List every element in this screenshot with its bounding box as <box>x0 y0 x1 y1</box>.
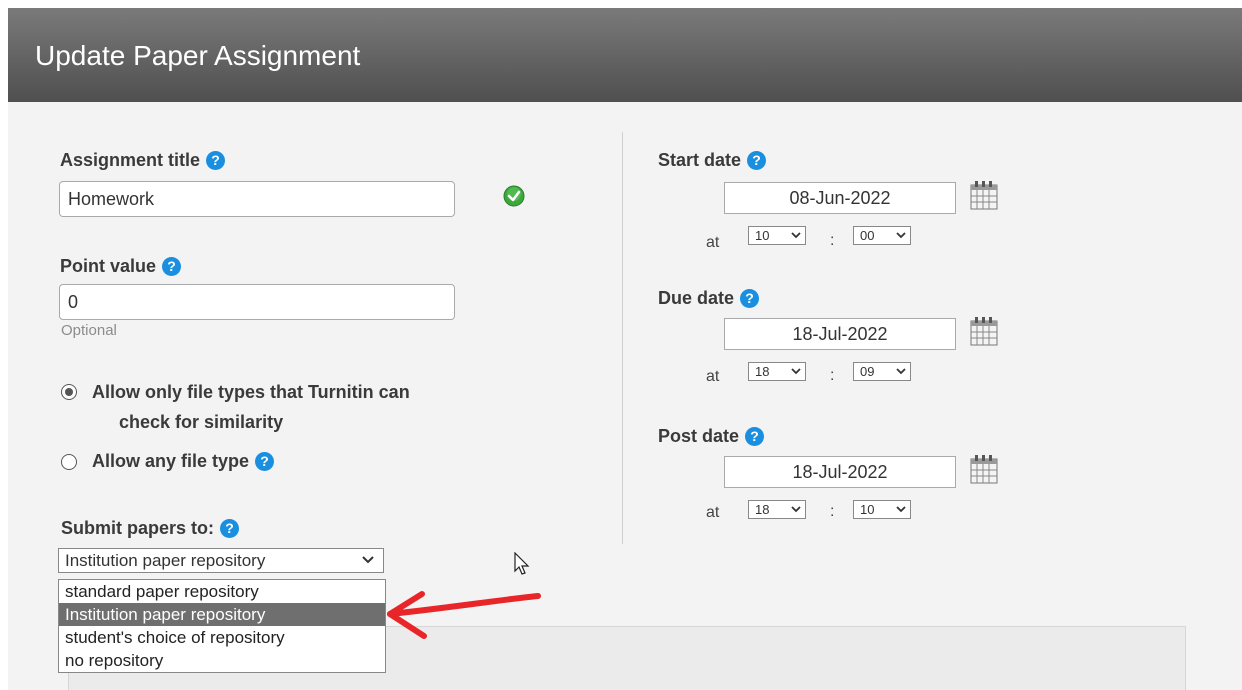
start-hour-select[interactable]: 10 <box>748 226 806 245</box>
submit-papers-selected: Institution paper repository <box>65 551 266 570</box>
due-date-input[interactable]: 18-Jul-2022 <box>724 318 956 350</box>
mouse-cursor-icon <box>514 552 530 575</box>
dropdown-option-highlighted[interactable]: Institution paper repository <box>59 603 385 626</box>
radio-any-file-type[interactable] <box>61 454 77 470</box>
post-at-label: at <box>706 504 720 521</box>
chevron-down-icon <box>896 232 906 239</box>
due-minute-select[interactable]: 09 <box>853 362 911 381</box>
start-at-label: at <box>706 234 720 251</box>
time-separator: : <box>830 367 835 384</box>
start-minute-select[interactable]: 00 <box>853 226 911 245</box>
page-title: Update Paper Assignment <box>35 40 361 71</box>
help-icon[interactable]: ? <box>206 151 226 170</box>
radio-label-line1: Allow only file types that Turnitin can <box>92 382 410 402</box>
post-minute-select[interactable]: 10 <box>853 500 911 519</box>
start-date-label-text: Start date <box>658 150 742 170</box>
red-arrow-annotation <box>387 591 541 639</box>
due-minute-value: 09 <box>860 364 875 379</box>
post-date-label: Post date? <box>658 426 765 447</box>
due-date-label-text: Due date <box>658 288 735 308</box>
time-separator: : <box>830 503 835 520</box>
point-value-label-text: Point value <box>60 256 157 276</box>
dialog: Update Paper Assignment Assignment title… <box>8 8 1242 690</box>
chevron-down-icon <box>896 368 906 375</box>
assignment-title-label-text: Assignment title <box>60 150 201 170</box>
calendar-icon[interactable] <box>970 180 998 210</box>
time-separator: : <box>830 232 835 249</box>
point-value-input[interactable]: 0 <box>59 284 455 320</box>
dropdown-option[interactable]: student's choice of repository <box>59 626 385 649</box>
post-date-input[interactable]: 18-Jul-2022 <box>724 456 956 488</box>
due-hour-value: 18 <box>755 364 770 379</box>
help-icon[interactable]: ? <box>162 257 182 276</box>
dropdown-option[interactable]: standard paper repository <box>59 580 385 603</box>
start-hour-value: 10 <box>755 228 770 243</box>
assignment-title-input[interactable]: Homework <box>59 181 455 217</box>
radio-turnitin-types[interactable] <box>61 384 77 400</box>
assignment-title-label: Assignment title? <box>60 150 226 171</box>
due-date-label: Due date? <box>658 288 760 309</box>
radio-turnitin-types-label[interactable]: Allow only file types that Turnitin can … <box>92 377 410 437</box>
dialog-header: Update Paper Assignment <box>8 8 1242 102</box>
dropdown-option[interactable]: no repository <box>59 649 385 672</box>
chevron-down-icon <box>362 556 374 564</box>
help-icon[interactable]: ? <box>740 289 760 308</box>
start-date-input[interactable]: 08-Jun-2022 <box>724 182 956 214</box>
help-icon[interactable]: ? <box>255 452 275 471</box>
calendar-icon[interactable] <box>970 316 998 346</box>
start-minute-value: 00 <box>860 228 875 243</box>
submit-papers-label-text: Submit papers to: <box>61 518 215 538</box>
submit-papers-dropdown[interactable]: standard paper repository Institution pa… <box>58 579 386 673</box>
help-icon[interactable]: ? <box>745 427 765 446</box>
radio-any-label-text: Allow any file type <box>92 451 250 471</box>
start-date-label: Start date? <box>658 150 767 171</box>
column-divider <box>622 132 623 544</box>
chevron-down-icon <box>791 506 801 513</box>
chevron-down-icon <box>896 506 906 513</box>
calendar-icon[interactable] <box>970 454 998 484</box>
chevron-down-icon <box>791 232 801 239</box>
post-minute-value: 10 <box>860 502 875 517</box>
chevron-down-icon <box>791 368 801 375</box>
help-icon[interactable]: ? <box>747 151 767 170</box>
submit-papers-label: Submit papers to:? <box>61 518 240 539</box>
due-hour-select[interactable]: 18 <box>748 362 806 381</box>
point-value-hint: Optional <box>61 322 117 339</box>
post-date-label-text: Post date <box>658 426 740 446</box>
submit-papers-select[interactable]: Institution paper repository <box>58 548 384 573</box>
valid-check-icon <box>503 185 525 207</box>
due-at-label: at <box>706 368 720 385</box>
point-value-label: Point value? <box>60 256 182 277</box>
radio-label-line2: check for similarity <box>119 412 284 432</box>
post-hour-select[interactable]: 18 <box>748 500 806 519</box>
post-hour-value: 18 <box>755 502 770 517</box>
help-icon[interactable]: ? <box>220 519 240 538</box>
radio-any-file-type-label[interactable]: Allow any file type? <box>92 446 275 476</box>
